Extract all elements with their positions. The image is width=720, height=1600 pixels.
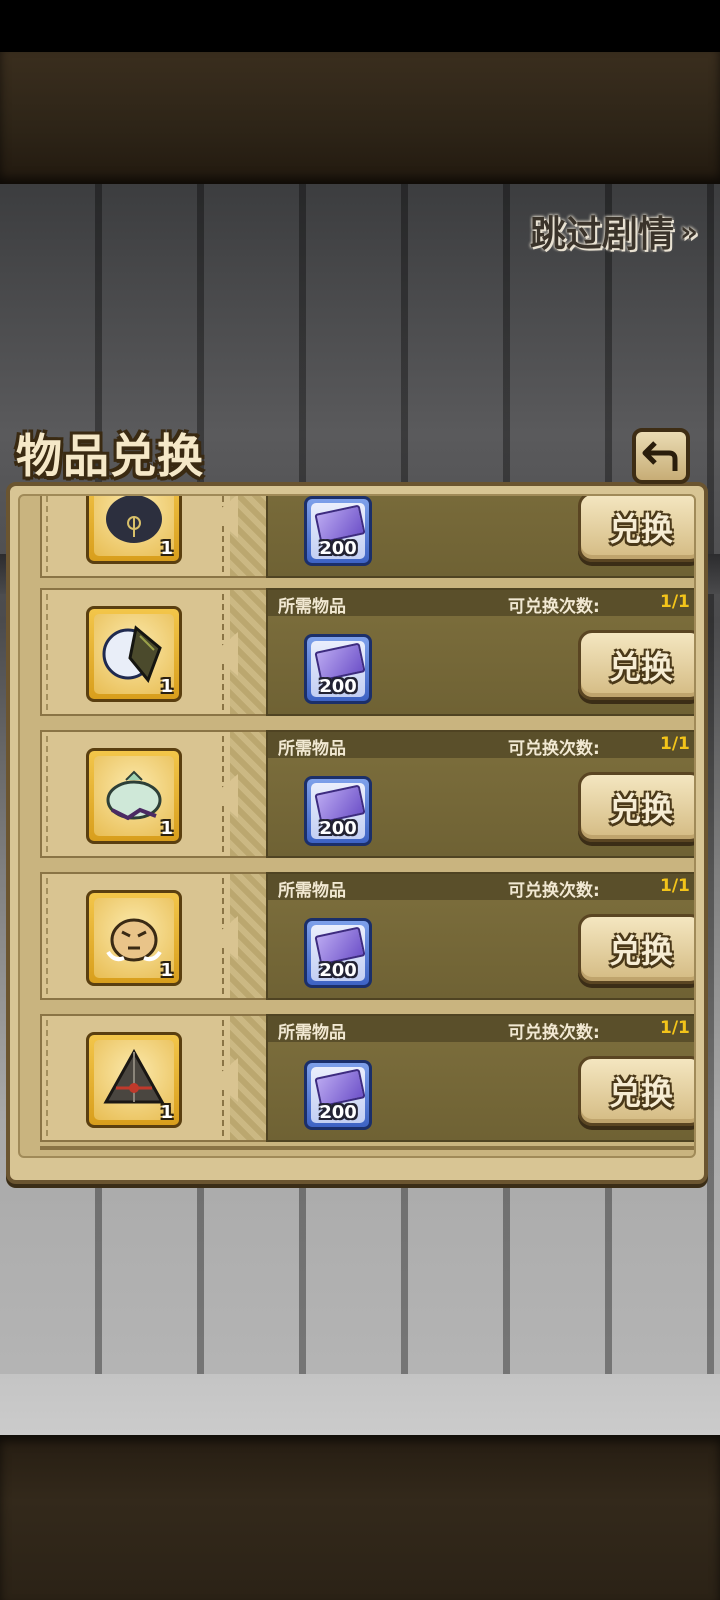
item-quantity: 1 (160, 538, 173, 559)
panel-title: 物品兑换 (16, 429, 204, 483)
cost-slot[interactable]: 200 (304, 496, 372, 566)
row-arrow (212, 1058, 238, 1102)
exchange-count-value: 1/1 (660, 734, 690, 754)
row-cost-area: 所需物品 可兑换次数: 1/1 200 兑换 (266, 1014, 694, 1142)
exchange-row: 1 所需物品 可兑换次数: 1/1 200 兑换 (40, 872, 694, 1002)
cost-quantity: 200 (319, 1102, 357, 1123)
exchange-list[interactable]: 1 200 兑换 1 所需物品 可兑换次数: 1/1 200 兑换 1 所需物品… (18, 494, 696, 1158)
row-item-area: 1 (40, 588, 230, 716)
top-border (0, 52, 720, 184)
tiger-mask-icon (106, 918, 162, 962)
cost-slot[interactable]: 200 (304, 1060, 372, 1130)
exchange-row: 1 所需物品 可兑换次数: 1/1 200 兑换 (40, 588, 694, 718)
exchange-count-value: 1/1 (660, 592, 690, 612)
row-arrow (212, 774, 238, 818)
row-item-area: 1 (40, 730, 230, 858)
required-items-label: 所需物品 (278, 739, 346, 759)
row-cost-area: 所需物品 可兑换次数: 1/1 200 兑换 (266, 588, 694, 716)
skip-story-button[interactable]: 跳过剧情 » (530, 206, 698, 256)
exchange-button[interactable]: 兑换 (578, 1056, 694, 1126)
cost-quantity: 200 (319, 960, 357, 981)
row-header: 所需物品 可兑换次数: 1/1 (268, 590, 694, 617)
exchange-count-value: 1/1 (660, 876, 690, 896)
item-quantity: 1 (160, 960, 173, 981)
cost-quantity: 200 (319, 538, 357, 559)
list-bottom-divider (40, 1146, 694, 1150)
row-cost-area: 所需物品 可兑换次数: 1/1 200 兑换 (266, 730, 694, 858)
row-header: 所需物品 可兑换次数: 1/1 (268, 874, 694, 901)
item-slot[interactable]: 1 (86, 890, 182, 986)
back-arrow-icon (642, 441, 678, 471)
required-items-label: 所需物品 (278, 597, 346, 617)
skip-arrow-icon: » (679, 214, 698, 248)
pyramid-icon (103, 1048, 165, 1104)
item-slot[interactable]: 1 (86, 496, 182, 564)
skip-story-label: 跳过剧情 (529, 214, 674, 255)
exchange-count-label: 可兑换次数: (508, 597, 600, 617)
item-slot[interactable]: 1 (86, 1032, 182, 1128)
exchange-button[interactable]: 兑换 (578, 772, 694, 842)
row-cost-area: 所需物品 可兑换次数: 1/1 200 兑换 (266, 872, 694, 1000)
item-slot[interactable]: 1 (86, 748, 182, 844)
exchange-count-value: 1/1 (660, 1018, 690, 1038)
pearl-shell-icon (102, 625, 162, 683)
row-item-area: 1 (40, 496, 230, 578)
required-items-label: 所需物品 (278, 1023, 346, 1043)
row-arrow (212, 496, 238, 538)
exchange-row: 1 200 兑换 (40, 496, 694, 580)
item-quantity: 1 (160, 818, 173, 839)
exchange-button[interactable]: 兑换 (578, 914, 694, 984)
item-slot[interactable]: 1 (86, 606, 182, 702)
exchange-row: 1 所需物品 可兑换次数: 1/1 200 兑换 (40, 1014, 694, 1144)
jade-crystal-icon (106, 770, 162, 821)
exchange-row: 1 所需物品 可兑换次数: 1/1 200 兑换 (40, 730, 694, 860)
row-item-area: 1 (40, 1014, 230, 1142)
exchange-panel: 1 200 兑换 1 所需物品 可兑换次数: 1/1 200 兑换 1 所需物品… (6, 482, 708, 1184)
item-quantity: 1 (160, 1102, 173, 1123)
cost-quantity: 200 (319, 676, 357, 697)
row-arrow (212, 632, 238, 676)
row-arrow (212, 916, 238, 960)
exchange-count-label: 可兑换次数: (508, 739, 600, 759)
required-items-label: 所需物品 (278, 881, 346, 901)
cost-slot[interactable]: 200 (304, 634, 372, 704)
cost-slot[interactable]: 200 (304, 918, 372, 988)
row-header: 所需物品 可兑换次数: 1/1 (268, 732, 694, 759)
row-item-area: 1 (40, 872, 230, 1000)
back-button[interactable] (632, 428, 690, 484)
exchange-button[interactable]: 兑换 (578, 630, 694, 700)
row-header: 所需物品 可兑换次数: 1/1 (268, 1016, 694, 1043)
anchor-hat-icon (106, 496, 162, 543)
bottom-border (0, 1435, 720, 1600)
cost-slot[interactable]: 200 (304, 776, 372, 846)
row-cost-area: 200 兑换 (266, 496, 694, 578)
exchange-count-label: 可兑换次数: (508, 1023, 600, 1043)
item-quantity: 1 (160, 676, 173, 697)
exchange-button[interactable]: 兑换 (578, 496, 694, 562)
cost-quantity: 200 (319, 818, 357, 839)
status-bar (0, 0, 720, 52)
exchange-count-label: 可兑换次数: (508, 881, 600, 901)
